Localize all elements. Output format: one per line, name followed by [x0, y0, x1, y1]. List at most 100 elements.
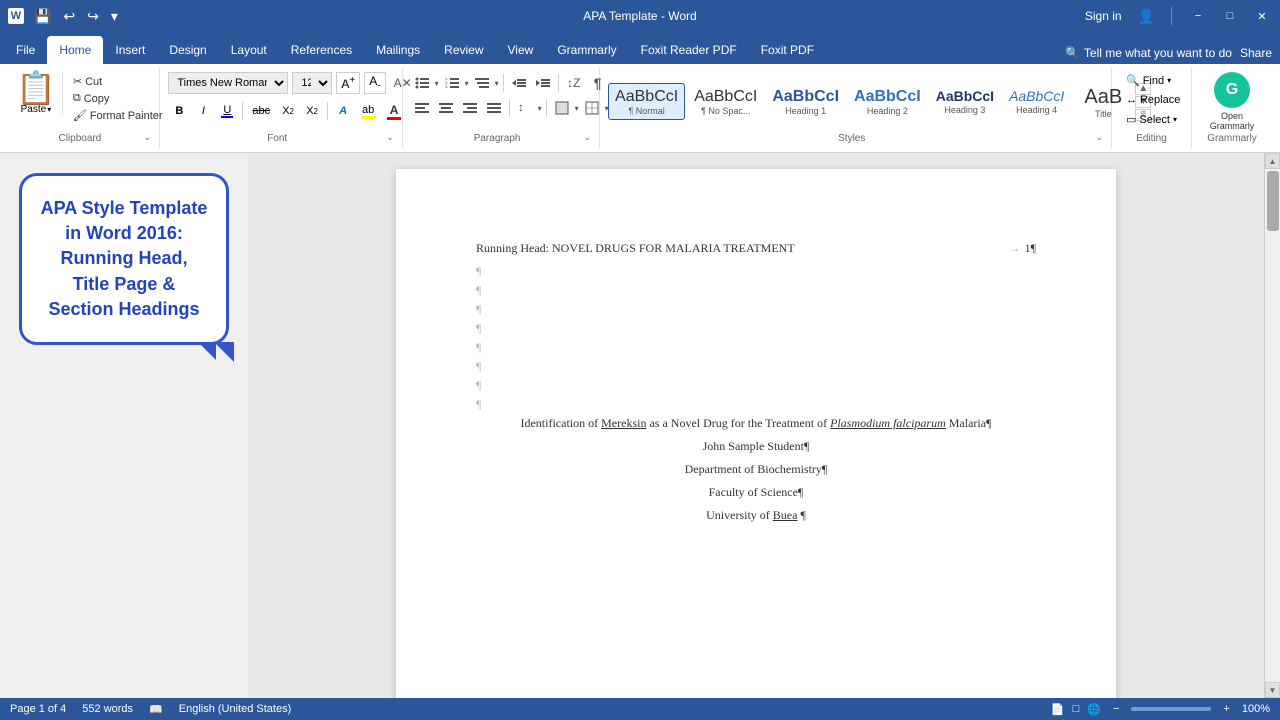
tab-design[interactable]: Design — [157, 36, 218, 64]
decrease-indent-button[interactable] — [508, 72, 530, 94]
sign-in-button[interactable]: Sign in — [1085, 9, 1122, 23]
shading-dropdown[interactable]: ▾ — [575, 104, 579, 113]
document-area[interactable]: Running Head: NOVEL DRUGS FOR MALARIA TR… — [248, 153, 1264, 698]
underline-button[interactable]: U — [216, 100, 238, 122]
scrollbar-thumb[interactable] — [1267, 171, 1279, 231]
grammarly-label: Grammarly — [1200, 131, 1264, 144]
align-right-button[interactable] — [459, 97, 481, 119]
close-button[interactable]: ✕ — [1252, 6, 1272, 26]
tab-home[interactable]: Home — [47, 36, 103, 64]
proofing-icon[interactable]: 📖 — [149, 703, 163, 716]
bold-button[interactable]: B — [168, 100, 190, 122]
sep-para-1 — [503, 74, 504, 92]
scroll-up-button[interactable]: ▲ — [1265, 153, 1280, 169]
tab-foxit-reader[interactable]: Foxit Reader PDF — [629, 36, 749, 64]
sort-button[interactable]: ↕Z — [563, 72, 585, 94]
tab-layout[interactable]: Layout — [219, 36, 279, 64]
font-name-row: Times New Roman 12 A+ A- A✕ — [168, 72, 415, 94]
undo-icon[interactable]: ↩ — [59, 6, 79, 27]
tab-insert[interactable]: Insert — [103, 36, 157, 64]
zoom-level[interactable]: 100% — [1242, 703, 1270, 715]
align-left-button[interactable] — [411, 97, 433, 119]
font-expand[interactable]: ⌄ — [386, 132, 394, 143]
tell-me-field[interactable]: 🔍 Tell me what you want to do — [1065, 46, 1232, 60]
increase-indent-button[interactable] — [532, 72, 554, 94]
multilevel-dropdown[interactable]: ▾ — [495, 79, 499, 88]
clipboard-expand[interactable]: ⌄ — [144, 132, 152, 143]
format-painter-button[interactable]: 🖌 Format Painter — [71, 108, 165, 123]
line-spacing-dropdown[interactable]: ▾ — [538, 104, 542, 113]
text-effects-button[interactable]: A — [332, 100, 354, 122]
italic-button[interactable]: I — [192, 100, 214, 122]
paste-dropdown: ▾ — [47, 105, 51, 114]
document-author: John Sample Student¶ — [476, 439, 1036, 454]
select-button[interactable]: ▭ Select ▾ — [1120, 111, 1186, 128]
para-expand[interactable]: ⌄ — [584, 132, 592, 143]
scroll-down-button[interactable]: ▼ — [1265, 682, 1280, 698]
title-text: APA Template - Word — [583, 9, 696, 23]
highlight-button[interactable]: ab — [356, 100, 380, 122]
multilevel-button[interactable] — [471, 72, 493, 94]
style-normal[interactable]: AaBbCcI ¶ Normal — [608, 83, 685, 120]
tab-file[interactable]: File — [4, 36, 47, 64]
font-name-select[interactable]: Times New Roman — [168, 72, 288, 94]
maximize-button[interactable]: □ — [1220, 6, 1240, 26]
zoom-out-button[interactable]: − — [1113, 703, 1119, 715]
style-no-spacing[interactable]: AaBbCcI ¶ No Spac... — [688, 84, 763, 119]
share-button[interactable]: Share — [1240, 46, 1272, 60]
author-text: John Sample Student¶ — [703, 439, 810, 453]
web-layout-icon[interactable]: 🌐 — [1087, 703, 1101, 716]
superscript-button[interactable]: X2 — [301, 100, 323, 122]
zoom-in-button[interactable]: + — [1223, 703, 1229, 715]
style-heading1[interactable]: AaBbCcI Heading 1 — [766, 84, 845, 119]
copy-button[interactable]: ⧉ Copy — [71, 91, 165, 106]
grammarly-group-bottom: Grammarly — [1200, 131, 1264, 144]
replace-button[interactable]: ↔ Replace — [1120, 92, 1186, 108]
tab-view[interactable]: View — [496, 36, 546, 64]
dept-text: Department of Biochemistry¶ — [685, 462, 828, 476]
tab-review[interactable]: Review — [432, 36, 495, 64]
minimize-button[interactable]: − — [1188, 6, 1208, 26]
tab-grammarly[interactable]: Grammarly — [545, 36, 628, 64]
clipboard-group: 📋 Paste ▾ ✂ Cut ⧉ Copy 🖌 Format Painter — [8, 68, 160, 148]
language-label[interactable]: English (United States) — [179, 703, 292, 715]
zoom-slider[interactable] — [1131, 707, 1211, 711]
save-icon[interactable]: 💾 — [30, 6, 55, 27]
style-normal-preview: AaBbCcI — [615, 87, 678, 106]
style-heading3[interactable]: AaBbCcI Heading 3 — [930, 85, 1000, 118]
cut-icon: ✂ — [73, 75, 82, 88]
style-heading4[interactable]: AaBbCcI Heading 4 — [1003, 85, 1070, 118]
print-layout-icon[interactable]: □ — [1073, 703, 1080, 715]
para-mark-3: ¶ — [476, 302, 1036, 317]
redo-icon[interactable]: ↪ — [83, 6, 103, 27]
subscript-button[interactable]: X2 — [277, 100, 299, 122]
grammarly-open-button[interactable]: G — [1214, 72, 1250, 108]
shading-button[interactable] — [551, 97, 573, 119]
bullets-button[interactable] — [411, 72, 433, 94]
tab-mailings[interactable]: Mailings — [364, 36, 432, 64]
shrink-font-button[interactable]: A- — [364, 72, 385, 94]
find-button[interactable]: 🔍 Find ▾ — [1120, 72, 1186, 89]
line-spacing-button[interactable]: ↕ — [514, 97, 536, 119]
numbering-button[interactable]: 1.2.3. — [441, 72, 463, 94]
tab-references[interactable]: References — [279, 36, 364, 64]
para-mark-5: ¶ — [476, 340, 1036, 355]
strikethrough-button[interactable]: abc — [247, 100, 275, 122]
paste-button[interactable]: 📋 Paste ▾ — [16, 72, 63, 115]
bullets-dropdown[interactable]: ▾ — [435, 79, 439, 88]
cut-button[interactable]: ✂ Cut — [71, 74, 165, 89]
grow-font-button[interactable]: A+ — [336, 72, 360, 94]
style-heading2[interactable]: AaBbCcI Heading 2 — [848, 84, 927, 119]
paragraph-label: Paragraph — [411, 131, 584, 144]
read-mode-icon[interactable]: 📄 — [1051, 703, 1065, 716]
para-mark-7: ¶ — [476, 378, 1036, 393]
font-size-select[interactable]: 12 — [292, 72, 332, 94]
align-center-button[interactable] — [435, 97, 457, 119]
justify-button[interactable] — [483, 97, 505, 119]
style-heading4-label: Heading 4 — [1016, 105, 1057, 115]
tab-foxit-pdf[interactable]: Foxit PDF — [749, 36, 826, 64]
customize-icon[interactable]: ▾ — [107, 6, 122, 27]
numbering-dropdown[interactable]: ▾ — [465, 79, 469, 88]
styles-expand-btn[interactable]: ⌄ — [1095, 132, 1103, 143]
paste-label: Paste — [21, 104, 47, 115]
